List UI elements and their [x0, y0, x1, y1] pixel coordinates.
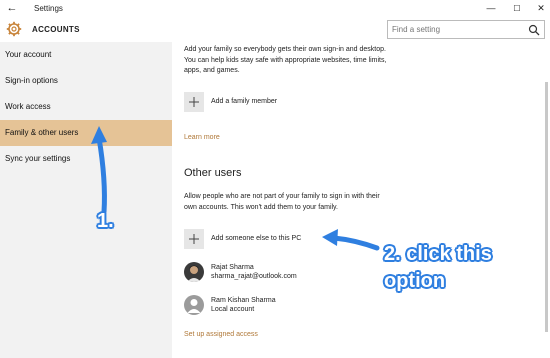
plus-icon[interactable]: [184, 229, 204, 249]
sidebar-item-sign-in-options[interactable]: Sign-in options: [0, 68, 172, 94]
other-users-description-line: Allow people who are not part of your fa…: [184, 193, 380, 200]
user-account-type: Local account: [211, 306, 255, 313]
user-name: Ram Kishan Sharma: [211, 297, 276, 304]
user-email: sharma_rajat@outlook.com: [211, 273, 297, 280]
family-description-line: Add your family so everybody gets their …: [184, 46, 386, 53]
search-icon[interactable]: [528, 24, 540, 36]
annotation-step-1: 1.: [97, 210, 114, 232]
sidebar-item-work-access[interactable]: Work access: [0, 94, 172, 120]
person-icon: [184, 295, 204, 315]
search-input[interactable]: [392, 23, 527, 36]
user-name: Rajat Sharma: [211, 264, 254, 271]
avatar: [184, 262, 204, 282]
assigned-access-link[interactable]: Set up assigned access: [184, 331, 258, 338]
sidebar-item-your-account[interactable]: Your account: [0, 42, 172, 68]
sidebar-item-family-other-users[interactable]: Family & other users: [0, 120, 172, 146]
sidebar-item-sync-settings[interactable]: Sync your settings: [0, 146, 172, 172]
section-title: ACCOUNTS: [32, 25, 80, 34]
other-users-heading: Other users: [184, 167, 242, 179]
window-title: Settings: [34, 4, 63, 13]
gear-icon: [6, 21, 22, 37]
other-users-description-line: own accounts. This won't add them to you…: [184, 203, 338, 211]
plus-icon[interactable]: [184, 92, 204, 112]
search-box[interactable]: [387, 20, 545, 39]
minimize-button[interactable]: —: [478, 0, 504, 17]
learn-more-link[interactable]: Learn more: [184, 134, 220, 141]
close-button[interactable]: ✕: [528, 0, 550, 17]
back-arrow-icon[interactable]: ←: [5, 0, 19, 17]
annotation-step-2: 2. click this option: [384, 241, 492, 295]
family-description-line: You can help kids stay safe with appropr…: [184, 56, 387, 64]
scrollbar[interactable]: [545, 82, 548, 332]
annotation-step-2-line: option: [384, 270, 446, 292]
add-someone-else-label[interactable]: Add someone else to this PC: [211, 229, 301, 249]
other-users-description: Allow people who are not part of your fa…: [184, 192, 424, 213]
annotation-step-2-line: 2. click this: [384, 243, 492, 265]
main-content: Add your family so everybody gets their …: [172, 42, 550, 358]
family-description-line: apps, and games.: [184, 67, 240, 74]
settings-header: ACCOUNTS: [0, 17, 550, 42]
maximize-button[interactable]: ☐: [504, 0, 530, 17]
family-description: Add your family so everybody gets their …: [184, 45, 424, 77]
sidebar: Your account Sign-in options Work access…: [0, 42, 172, 358]
add-family-member-label[interactable]: Add a family member: [211, 92, 277, 112]
title-bar: ← Settings — ☐ ✕: [0, 0, 550, 17]
